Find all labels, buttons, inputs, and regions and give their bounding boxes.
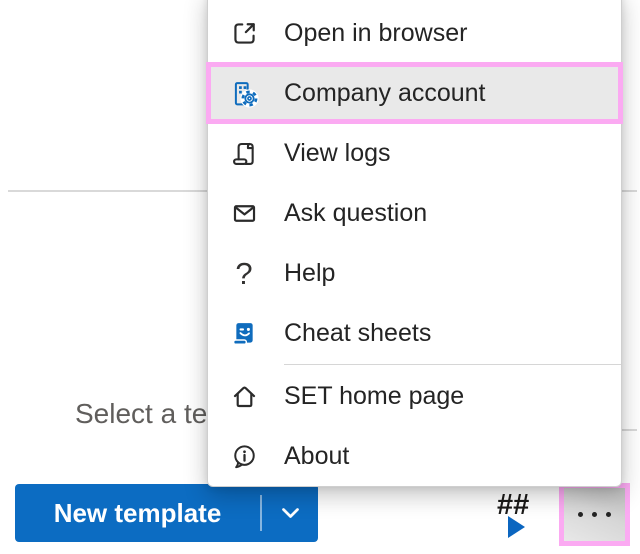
new-template-label: New template	[53, 497, 222, 528]
menu-item-cheat-sheets[interactable]: Cheat sheets	[208, 303, 621, 363]
menu-item-label: Ask question	[284, 198, 428, 227]
hash-annotation: ##	[497, 489, 537, 545]
open-in-browser-icon	[229, 18, 259, 48]
menu-item-label: Open in browser	[284, 18, 468, 47]
menu-item-company-account[interactable]: Company account	[206, 62, 623, 124]
menu-item-label: Help	[284, 258, 336, 287]
menu-item-about[interactable]: About	[208, 426, 621, 486]
mail-icon	[229, 198, 259, 228]
menu-item-label: View logs	[284, 138, 391, 167]
company-account-icon	[229, 78, 259, 108]
menu-item-label: Company account	[284, 78, 486, 107]
chevron-down-icon	[277, 500, 304, 526]
help-question-icon: ?	[235, 255, 253, 291]
menu-item-help[interactable]: ? Help	[208, 243, 621, 303]
menu-item-label: SET home page	[284, 381, 465, 410]
view-logs-icon	[229, 138, 259, 168]
overflow-menu: Open in browser Company account View log…	[206, 0, 623, 487]
cheat-sheets-icon	[229, 318, 259, 348]
new-template-dropdown-button[interactable]	[262, 484, 318, 542]
new-template-split-button: New template	[15, 484, 318, 542]
menu-divider	[284, 364, 621, 365]
menu-item-label: Cheat sheets	[284, 318, 432, 347]
menu-item-open-in-browser[interactable]: Open in browser	[208, 3, 621, 63]
menu-item-label: About	[284, 441, 350, 470]
new-template-button[interactable]: New template	[15, 484, 260, 542]
ellipsis-icon	[578, 512, 583, 517]
home-icon	[229, 381, 259, 411]
about-info-icon	[229, 441, 259, 471]
more-options-button[interactable]	[559, 483, 630, 546]
menu-item-ask-question[interactable]: Ask question	[208, 183, 621, 243]
menu-item-set-home-page[interactable]: SET home page	[208, 366, 621, 426]
play-triangle-icon	[508, 516, 525, 538]
menu-item-view-logs[interactable]: View logs	[208, 123, 621, 183]
